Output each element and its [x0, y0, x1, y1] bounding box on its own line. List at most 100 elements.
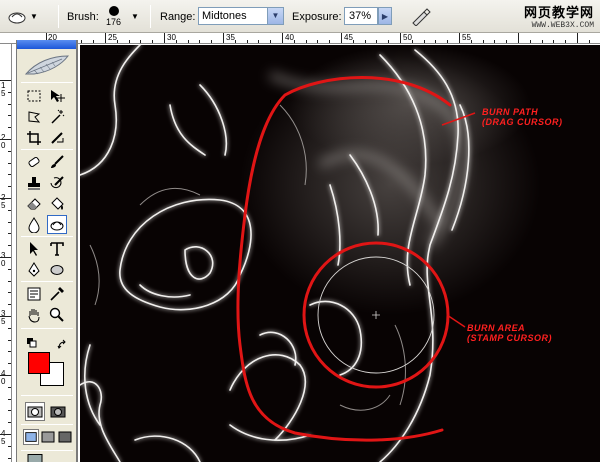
magic-wand-tool[interactable]	[47, 107, 67, 126]
exposure-slider-button[interactable]: ▶	[378, 7, 392, 25]
ruler-label: 40	[285, 33, 294, 42]
ruler-tick	[8, 351, 11, 353]
eraser-tool[interactable]	[24, 194, 44, 213]
burn-path-label-line1: BURN PATH	[482, 107, 539, 117]
ruler-tick	[140, 40, 142, 43]
marquee-tool[interactable]	[24, 86, 44, 105]
ruler-tick	[8, 268, 11, 270]
ruler-tick	[8, 422, 11, 424]
ruler-tick	[459, 33, 460, 43]
ruler-tick	[116, 40, 118, 43]
ruler-tick	[329, 40, 331, 43]
ruler-tick	[8, 127, 11, 129]
ruler-tick	[400, 33, 401, 43]
screen-mode-icon	[41, 431, 55, 443]
ruler-tick	[305, 40, 307, 43]
quick-mask-button[interactable]	[48, 402, 68, 421]
document-canvas[interactable]: BURN PATH (DRAG CURSOR) BURN AREA (STAMP…	[80, 45, 600, 462]
pen-tool[interactable]	[24, 260, 44, 279]
swap-colors-icon[interactable]	[57, 339, 69, 351]
full-screen-menu-mode-button[interactable]	[40, 429, 56, 445]
zoom-tool[interactable]	[47, 305, 67, 324]
notes-tool[interactable]	[24, 284, 44, 303]
clone-stamp-tool[interactable]	[24, 173, 44, 192]
ruler-label: 5	[1, 437, 6, 446]
default-colors-icon[interactable]	[27, 338, 37, 348]
eyedropper-tool[interactable]	[47, 284, 67, 303]
shape-tool[interactable]	[47, 260, 67, 279]
exposure-label: Exposure:	[292, 10, 342, 23]
brush-tool[interactable]	[47, 152, 67, 171]
ruler-tick	[8, 209, 11, 211]
imageready-icon	[27, 453, 43, 462]
ruler-tick	[8, 398, 11, 400]
ruler-tick	[529, 40, 531, 43]
chevron-right-icon: ▶	[381, 11, 389, 21]
feather-icon	[24, 55, 70, 75]
ruler-tick	[81, 40, 83, 43]
ruler-tick	[317, 40, 319, 43]
ruler-tick	[518, 33, 519, 43]
ruler-tick	[411, 40, 413, 43]
range-select[interactable]: Midtones ▼	[198, 7, 284, 25]
ruler-top[interactable]: 20 25 30 35 40 45 50 55	[0, 33, 600, 44]
brush-icon	[51, 154, 64, 168]
path-selection-tool[interactable]	[24, 239, 44, 258]
history-brush-icon	[50, 175, 64, 188]
brush-picker[interactable]: 176	[106, 0, 121, 33]
move-tool[interactable]	[47, 86, 67, 105]
ruler-label: 55	[462, 33, 471, 42]
history-brush-tool[interactable]	[47, 173, 67, 192]
ruler-tick	[0, 375, 11, 376]
foreground-color-swatch[interactable]	[28, 352, 50, 374]
ruler-tick	[8, 103, 11, 105]
airbrush-button[interactable]	[410, 0, 432, 33]
healing-brush-tool[interactable]	[24, 152, 44, 171]
exposure-field[interactable]: 37%	[344, 7, 378, 25]
ruler-label: 5	[1, 317, 6, 326]
arrow-cursor-icon	[30, 241, 38, 256]
ruler-tick	[258, 40, 260, 43]
slice-tool[interactable]	[47, 128, 67, 147]
chevron-down-icon: ▼	[267, 8, 283, 24]
crop-tool[interactable]	[24, 128, 44, 147]
brush-dropdown-icon[interactable]: ▼	[131, 12, 139, 21]
standard-screen-mode-button[interactable]	[23, 429, 39, 445]
standard-mode-button[interactable]	[25, 402, 45, 421]
burn-tool[interactable]	[47, 215, 67, 234]
burn-path-label: BURN PATH (DRAG CURSOR)	[482, 107, 563, 127]
tools-panel-titlebar[interactable]	[17, 40, 76, 49]
ruler-tick	[435, 40, 437, 43]
photoshop-feather-logo[interactable]	[19, 50, 75, 80]
ellipse-icon	[50, 264, 64, 275]
tool-preset-picker[interactable]: ▼	[6, 0, 38, 33]
ruler-tick	[175, 40, 177, 43]
full-screen-mode-button[interactable]	[57, 429, 73, 445]
type-tool[interactable]	[47, 239, 67, 258]
hand-icon	[28, 308, 40, 323]
ruler-tick	[199, 40, 201, 43]
ruler-tick	[152, 40, 154, 43]
ruler-tick	[341, 33, 342, 43]
lasso-tool[interactable]	[24, 107, 44, 126]
note-icon	[27, 287, 41, 300]
ruler-tick	[211, 40, 213, 43]
watermark-title: 网页教学网	[523, 5, 594, 20]
eraser-icon	[27, 197, 41, 209]
ruler-tick	[246, 40, 248, 43]
slice-icon	[51, 131, 64, 144]
ruler-tick	[0, 139, 11, 140]
ruler-tick	[187, 40, 189, 43]
ruler-tick	[8, 245, 11, 247]
ruler-tick	[8, 162, 11, 164]
ruler-tick	[223, 33, 224, 43]
ruler-tick	[470, 40, 472, 43]
jump-to-imageready-button[interactable]	[25, 453, 45, 462]
ruler-tick	[270, 40, 272, 43]
ruler-tick	[8, 363, 11, 365]
hand-tool[interactable]	[24, 305, 44, 324]
blur-tool[interactable]	[24, 215, 44, 234]
paint-bucket-tool[interactable]	[47, 194, 67, 213]
ruler-tick	[8, 457, 11, 459]
ruler-left[interactable]: 1 5 2 0 2 5 3 0 3 5 4 0 4 5	[0, 44, 12, 462]
